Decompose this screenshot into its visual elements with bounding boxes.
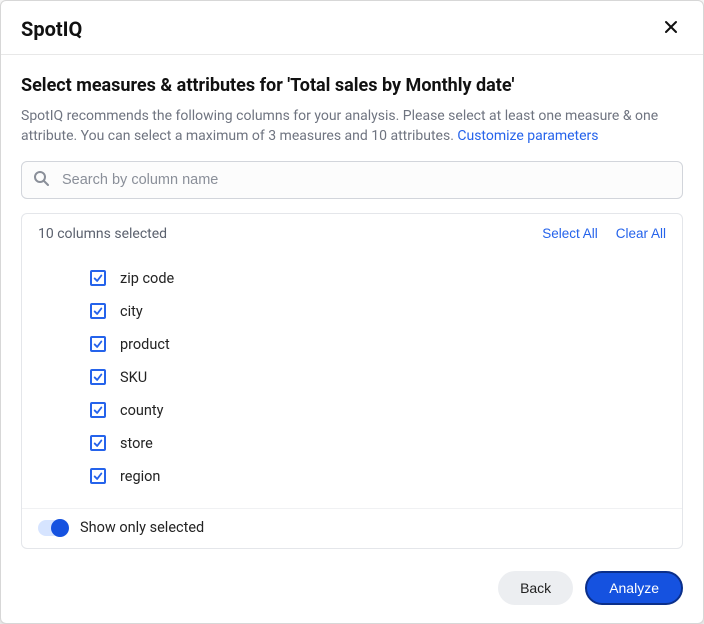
clear-all-button[interactable]: Clear All (616, 226, 666, 241)
spotiq-modal: SpotIQ Select measures & attributes for … (0, 0, 704, 624)
column-row[interactable]: product (22, 328, 682, 361)
column-label: zip code (120, 270, 174, 287)
customize-parameters-link[interactable]: Customize parameters (457, 128, 598, 144)
column-row[interactable]: SKU (22, 361, 682, 394)
back-button[interactable]: Back (498, 571, 573, 605)
modal-title: SpotIQ (21, 17, 82, 41)
toggle-label: Show only selected (80, 519, 204, 536)
close-icon (663, 23, 679, 38)
column-row[interactable]: zip code (22, 262, 682, 295)
column-checkbox[interactable] (90, 402, 106, 418)
section-title: Select measures & attributes for 'Total … (21, 75, 683, 96)
selected-count: 10 columns selected (38, 226, 167, 242)
column-checkbox[interactable] (90, 303, 106, 319)
show-only-selected-toggle[interactable] (38, 520, 68, 536)
analyze-button[interactable]: Analyze (585, 571, 683, 605)
column-label: region (120, 468, 160, 485)
column-list[interactable]: zip code city product SKU county store region (22, 254, 682, 508)
search-input[interactable] (21, 161, 683, 199)
column-row[interactable]: city (22, 295, 682, 328)
column-label: product (120, 336, 170, 353)
modal-header: SpotIQ (1, 1, 703, 55)
description: SpotIQ recommends the following columns … (21, 106, 683, 147)
column-checkbox[interactable] (90, 270, 106, 286)
search-icon (33, 170, 49, 190)
column-label: store (120, 435, 153, 452)
panel-actions: Select All Clear All (542, 226, 666, 241)
column-label: SKU (120, 369, 147, 386)
column-checkbox[interactable] (90, 468, 106, 484)
columns-panel: 10 columns selected Select All Clear All… (21, 213, 683, 549)
column-row[interactable]: store (22, 427, 682, 460)
panel-header: 10 columns selected Select All Clear All (22, 214, 682, 254)
column-row[interactable]: region (22, 460, 682, 493)
column-row[interactable]: county (22, 394, 682, 427)
column-checkbox[interactable] (90, 435, 106, 451)
close-button[interactable] (659, 15, 683, 42)
search-field (21, 161, 683, 199)
select-all-button[interactable]: Select All (542, 226, 598, 241)
column-checkbox[interactable] (90, 336, 106, 352)
column-label: city (120, 303, 143, 320)
show-only-selected-row: Show only selected (22, 508, 682, 548)
toggle-knob (51, 519, 69, 537)
modal-footer: Back Analyze (1, 557, 703, 623)
column-label: county (120, 402, 163, 419)
column-checkbox[interactable] (90, 369, 106, 385)
modal-body: Select measures & attributes for 'Total … (1, 55, 703, 557)
